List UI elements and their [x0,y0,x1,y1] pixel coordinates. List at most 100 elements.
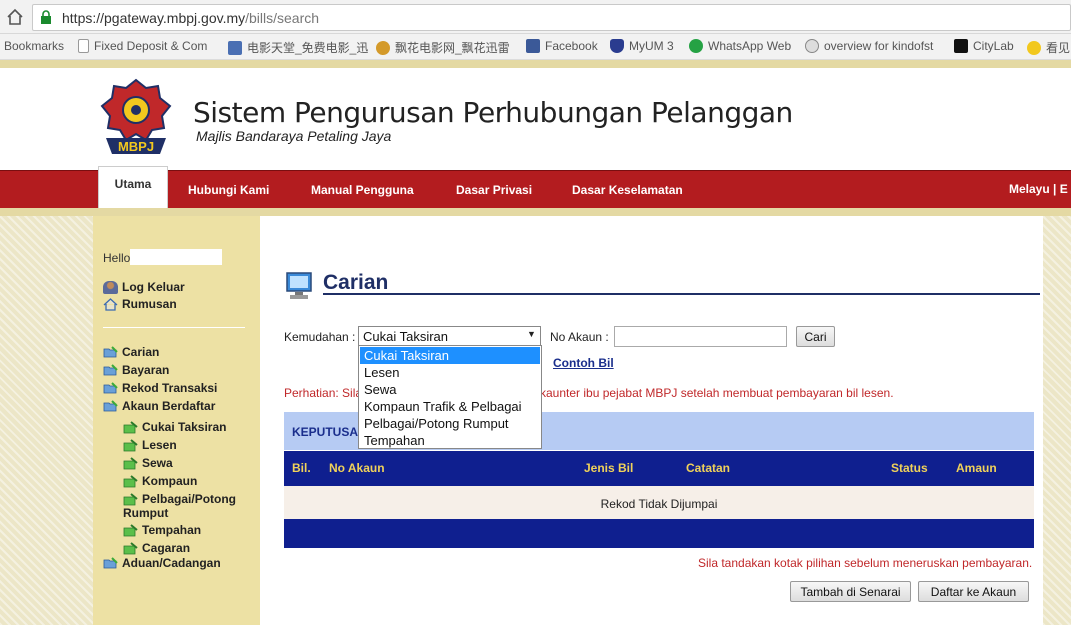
sidebar-item-rekod-transaksi[interactable]: Rekod Transaksi [103,381,217,395]
bookmark-piaohua[interactable]: 飘花电影网_飘花迅雷 [376,39,510,56]
home-icon [103,297,118,311]
sidebar-sub-tempahan[interactable]: Tempahan [123,523,201,537]
piaohua-icon [376,40,390,55]
facebook-icon [526,39,540,53]
sidebar-item-aduan[interactable]: Aduan/Cadangan [103,556,221,570]
user-logout-icon [103,280,118,294]
sidebar-sub-sewa[interactable]: Sewa [123,456,173,470]
col-jenis-bil: Jenis Bil [584,461,634,475]
folder-icon [103,556,118,568]
top-band [0,60,1071,68]
folder-icon [103,381,118,393]
col-no-akaun: No Akaun [329,461,385,475]
bookmark-dytt[interactable]: 电影天堂_免费电影_迅 [228,39,368,56]
option-lesen[interactable]: Lesen [360,364,540,381]
daftar-ke-akaun-button[interactable]: Daftar ke Akaun [918,581,1029,602]
page-icon [78,39,89,53]
sidebar-item-akaun-berdaftar[interactable]: Akaun Berdaftar [103,399,215,413]
col-bil: Bil. [292,461,311,475]
empty-message: Rekod Tidak Dijumpai [600,497,718,511]
svg-text:MBPJ: MBPJ [118,139,154,154]
edit-folder-icon [123,438,138,451]
sidebar-item-carian[interactable]: Carian [103,345,159,359]
left-pattern [0,216,93,625]
sidebar-sub-cagaran[interactable]: Cagaran [123,541,190,555]
nav-dasar-privasi[interactable]: Dasar Privasi [456,183,532,197]
nav-hubungi-kami[interactable]: Hubungi Kami [188,183,269,197]
nav-manual-pengguna[interactable]: Manual Pengguna [311,183,414,197]
bookmark-citylab[interactable]: CityLab [954,39,1014,53]
sidebar-sub-cukai-taksiran[interactable]: Cukai Taksiran [123,420,226,434]
sidebar-sub-pelbagai-cont[interactable]: Rumput [123,506,168,520]
reddit-icon [805,39,819,53]
folder-icon [103,399,118,411]
sidebar-item-rumusan[interactable]: Rumusan [103,297,177,311]
table-footer [284,519,1034,548]
edit-folder-icon [123,474,138,487]
sidebar-item-bayaran[interactable]: Bayaran [103,363,169,377]
contoh-bil-link[interactable]: Contoh Bil [553,356,614,370]
title-underline [323,293,1040,295]
notice-text-end: kaunter ibu pejabat MBPJ setelah membuat… [540,386,894,400]
cari-button[interactable]: Cari [796,326,835,347]
site-subtitle: Majlis Bandaraya Petaling Jaya [196,128,392,144]
kemudahan-options: Cukai Taksiran Lesen Sewa Kompaun Trafik… [358,345,542,449]
edit-folder-icon [123,456,138,469]
option-kompaun-trafik[interactable]: Kompaun Trafik & Pelbagai [360,398,540,415]
bookmark-bookmarks[interactable]: Bookmarks [4,39,64,53]
lock-icon [41,10,51,24]
dropdown-arrow-icon[interactable]: ▼ [527,329,536,339]
myum-icon [610,39,624,53]
col-amaun: Amaun [956,461,997,475]
col-status: Status [891,461,928,475]
site-title: Sistem Pengurusan Perhubungan Pelanggan [193,96,793,129]
folder-icon [103,345,118,357]
bookmark-myum[interactable]: MyUM 3 [610,39,674,53]
nav-utama[interactable]: Utama [98,166,168,210]
checkbox-notice: Sila tandakan kotak pilihan sebelum mene… [698,556,1033,570]
no-akaun-input[interactable] [614,326,787,347]
mbpj-logo: MBPJ [100,78,172,154]
smiley-icon [1027,40,1041,55]
nav-dasar-keselamatan[interactable]: Dasar Keselamatan [572,183,683,197]
kemudahan-label: Kemudahan : [284,330,356,344]
option-sewa[interactable]: Sewa [360,381,540,398]
results-heading: KEPUTUSA [292,425,359,439]
page-title: Carian [323,271,389,294]
tambah-di-senarai-button[interactable]: Tambah di Senarai [790,581,911,602]
edit-folder-icon [123,492,138,505]
bookmark-more[interactable]: 看见 [1027,39,1070,56]
bookmarks-bar: Bookmarks Fixed Deposit & Com 电影天堂_免费电影_… [0,34,1071,60]
bookmark-facebook[interactable]: Facebook [526,39,598,53]
whatsapp-icon [689,39,703,53]
edit-folder-icon [123,420,138,433]
right-pattern [1043,216,1071,625]
home-icon[interactable] [5,7,25,27]
kemudahan-select[interactable]: Cukai Taksiran [358,326,541,346]
col-catatan: Catatan [686,461,731,475]
monitor-icon [286,272,312,299]
sidebar-sub-pelbagai[interactable]: Pelbagai/Potong [123,492,236,506]
url-text[interactable]: https://pgateway.mbpj.gov.my/bills/searc… [62,10,319,26]
edit-folder-icon [123,523,138,536]
option-pelbagai-potong-rumput[interactable]: Pelbagai/Potong Rumput [360,415,540,432]
sidebar-sub-kompaun[interactable]: Kompaun [123,474,197,488]
below-nav-band [0,208,1071,216]
hello-greeting: Hello [103,251,131,265]
username-redacted [130,249,222,265]
bookmark-fixed-deposit[interactable]: Fixed Deposit & Com [78,39,207,53]
dytt-icon [228,40,242,55]
bookmark-whatsapp[interactable]: WhatsApp Web [689,39,791,53]
citylab-icon [954,39,968,53]
edit-folder-icon [123,541,138,554]
folder-icon [103,363,118,375]
notice-text-start: Perhatian: Sila [284,386,363,400]
language-switch[interactable]: Melayu | E [1009,182,1068,196]
sidebar-divider [103,327,245,328]
option-tempahan[interactable]: Tempahan [360,432,540,449]
option-cukai-taksiran[interactable]: Cukai Taksiran [360,347,540,364]
sidebar-item-log-keluar[interactable]: Log Keluar [103,280,185,294]
bookmark-reddit[interactable]: overview for kindofst [805,39,933,53]
no-akaun-label: No Akaun : [550,330,609,344]
sidebar-sub-lesen[interactable]: Lesen [123,438,177,452]
